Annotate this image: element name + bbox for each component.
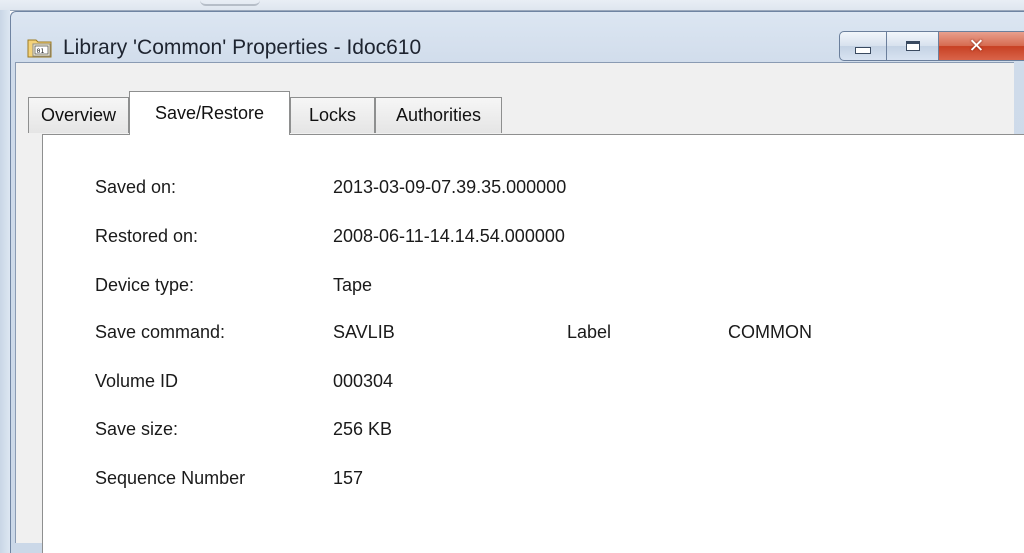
maximize-button[interactable] xyxy=(887,31,939,61)
tab-save-restore[interactable]: Save/Restore xyxy=(129,91,290,135)
saved-on-label: Saved on: xyxy=(95,177,177,197)
window-title: Library 'Common' Properties - Idoc610 xyxy=(63,36,422,59)
minimize-button[interactable] xyxy=(839,31,887,61)
close-button[interactable]: ✕ xyxy=(939,31,1024,61)
tab-overview[interactable]: Overview xyxy=(28,97,129,133)
tab-authorities-label: Authorities xyxy=(395,105,482,125)
save-command-value: SAVLIB xyxy=(333,322,395,342)
volume-id-label: Volume ID xyxy=(95,371,179,391)
tape-label-value: COMMON xyxy=(728,322,812,342)
svg-text:01: 01 xyxy=(37,47,45,55)
parent-window-strip xyxy=(0,0,1024,11)
device-type-value: Tape xyxy=(333,275,373,295)
sequence-number-label: Sequence Number xyxy=(95,468,246,488)
tab-overview-label: Overview xyxy=(40,105,116,125)
save-size-label: Save size: xyxy=(95,419,179,439)
save-restore-panel: Saved on: 2013-03-09-07.39.35.000000 Res… xyxy=(42,134,1024,553)
sequence-number-value: 157 xyxy=(333,468,364,488)
device-type-label: Device type: xyxy=(95,275,195,295)
tab-locks-label: Locks xyxy=(308,105,357,125)
volume-id-value: 000304 xyxy=(333,371,394,391)
save-size-value: 256 KB xyxy=(333,419,393,439)
tab-authorities[interactable]: Authorities xyxy=(375,97,502,133)
library-folder-icon: 01 xyxy=(27,39,52,58)
restored-on-value: 2008-06-11-14.14.54.000000 xyxy=(333,226,565,246)
restored-on-label: Restored on: xyxy=(95,226,199,246)
parent-window-edge xyxy=(0,10,10,553)
maximize-icon xyxy=(905,41,920,51)
tab-save-restore-label: Save/Restore xyxy=(154,103,265,123)
close-icon: ✕ xyxy=(968,34,985,57)
minimize-icon xyxy=(855,46,871,54)
tape-label-label: Label xyxy=(567,322,612,342)
save-command-label: Save command: xyxy=(95,322,226,342)
saved-on-value: 2013-03-09-07.39.35.000000 xyxy=(333,177,567,197)
tab-locks[interactable]: Locks xyxy=(290,97,375,133)
parent-window-fragment xyxy=(200,0,260,6)
